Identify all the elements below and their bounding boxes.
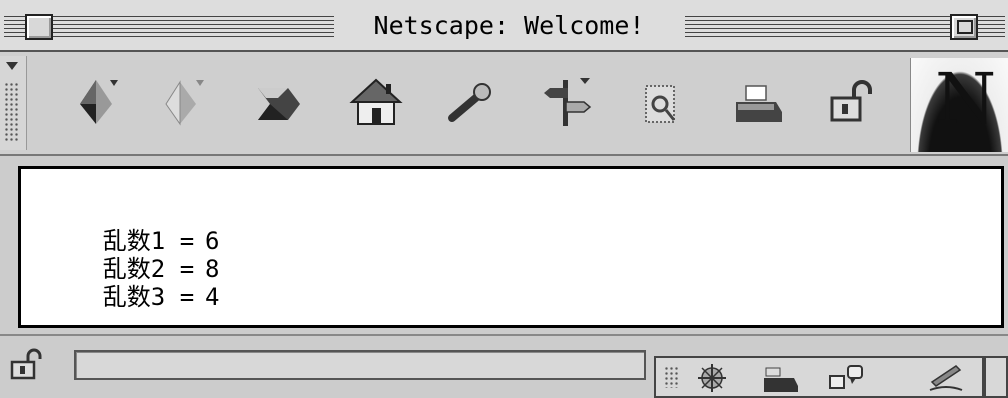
component-bar	[654, 356, 984, 398]
forward-button[interactable]	[152, 74, 212, 132]
navigation-toolbar: N	[0, 52, 1008, 156]
mail-icon	[764, 367, 798, 392]
discussions-button[interactable]	[826, 362, 866, 394]
search-button[interactable]	[440, 74, 500, 132]
status-message-field	[74, 350, 646, 380]
discussions-icon	[829, 365, 863, 389]
print-button[interactable]	[728, 74, 788, 132]
images-icon	[645, 85, 676, 123]
forward-icon	[165, 80, 204, 126]
collapse-arrow-icon	[6, 62, 18, 70]
print-icon	[736, 85, 782, 122]
home-button[interactable]	[346, 74, 406, 132]
random-number-line-3: 乱数3 = 4	[45, 255, 220, 339]
random-number-value: 6	[205, 227, 220, 255]
guide-icon	[544, 78, 592, 126]
component-bar-grip[interactable]	[664, 366, 678, 388]
composer-button[interactable]	[926, 362, 966, 394]
mail-button[interactable]	[760, 362, 800, 394]
security-button[interactable]	[820, 74, 880, 132]
toolbar-collapse-tab[interactable]	[0, 56, 27, 150]
navigator-button[interactable]	[692, 362, 732, 394]
netscape-logo-letter: N	[935, 58, 997, 140]
home-icon	[349, 78, 403, 125]
zoom-box[interactable]	[950, 14, 978, 40]
reload-icon	[258, 88, 300, 120]
window-title: Netscape: Welcome!	[344, 10, 674, 42]
title-bar[interactable]: Netscape: Welcome!	[0, 0, 1008, 52]
back-button[interactable]	[66, 74, 126, 132]
reload-button[interactable]	[248, 74, 308, 132]
random-number-value: 4	[205, 283, 220, 311]
images-button[interactable]	[632, 74, 692, 132]
composer-icon	[929, 365, 963, 391]
unlocked-padlock-icon	[830, 80, 872, 122]
search-icon	[448, 83, 491, 122]
status-bar	[0, 334, 1008, 398]
netscape-logo[interactable]: N	[910, 58, 1008, 152]
random-number-value: 8	[205, 255, 220, 283]
grip-dots	[4, 82, 20, 142]
title-bar-stripes-left	[4, 16, 334, 38]
security-status-icon[interactable]	[8, 346, 44, 382]
back-icon	[80, 80, 118, 124]
navigator-icon	[698, 364, 726, 392]
close-box[interactable]	[25, 14, 53, 40]
component-bar-extra-button[interactable]	[984, 356, 1008, 398]
page-content: 乱数1 = 6 乱数2 = 8 乱数3 = 4	[18, 166, 1004, 328]
random-number-label: 乱数3 =	[102, 283, 195, 311]
guide-button[interactable]	[536, 74, 596, 132]
